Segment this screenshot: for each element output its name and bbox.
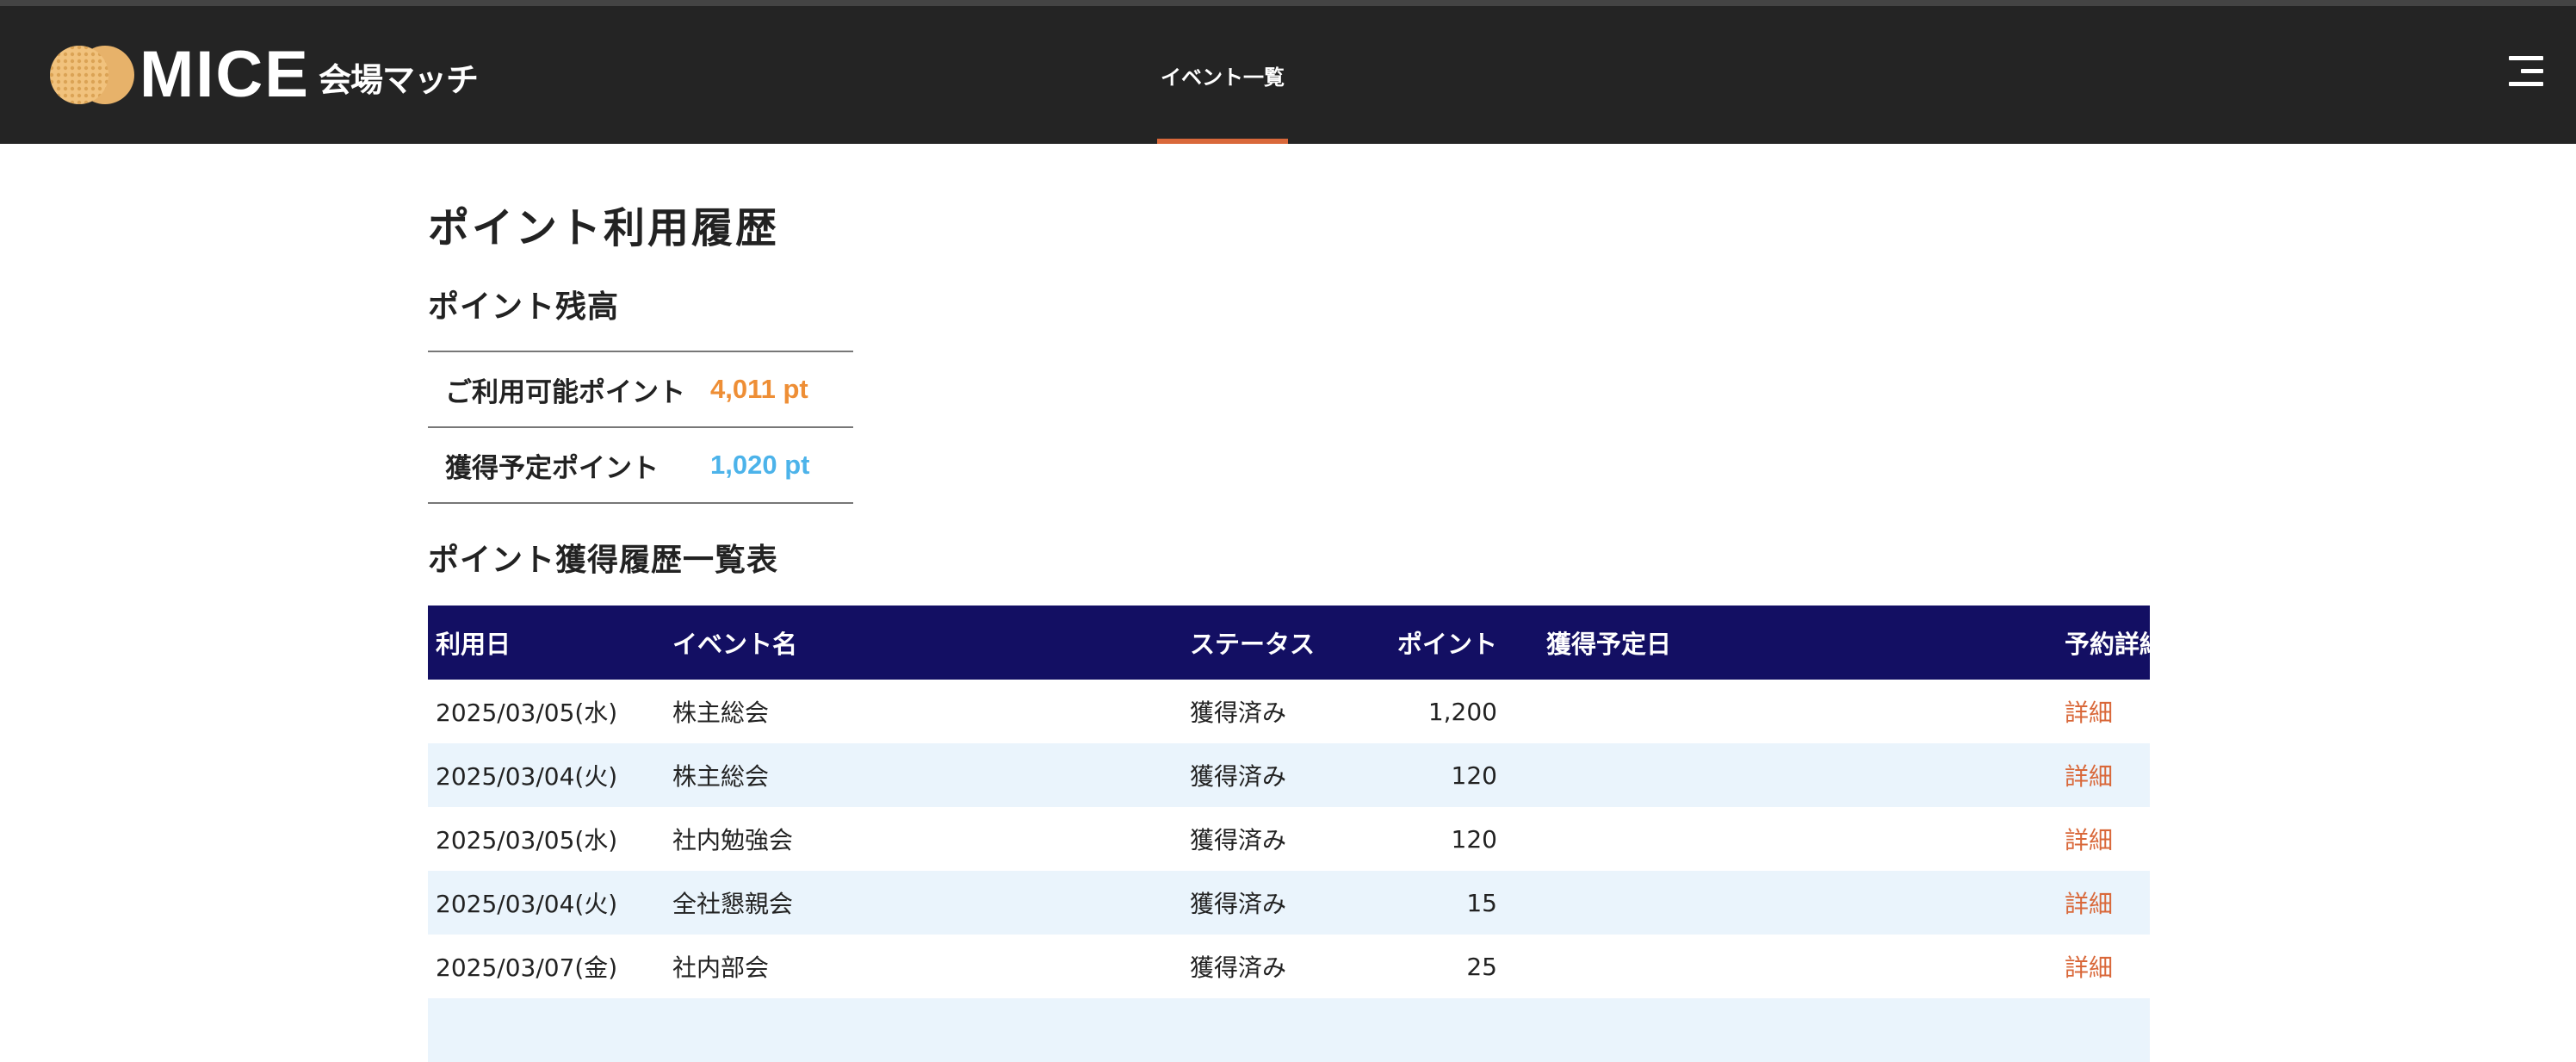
cell-status: 獲得済み [1190, 953, 1287, 982]
logo-text: MICE [139, 38, 310, 111]
site-header: MICE 会場マッチ イベント一覧 [0, 6, 2576, 144]
cell-status: 獲得済み [1190, 699, 1287, 727]
logo-subtitle: 会場マッチ [319, 61, 479, 99]
cell-detail: 詳細 [2057, 743, 2150, 807]
page-title: ポイント利用履歴 [428, 204, 780, 252]
detail-link[interactable]: 詳細 [2065, 890, 2113, 918]
cell-scheduled-date [1539, 871, 2057, 935]
balance-table: ご利用可能ポイント 4,011 pt 獲得予定ポイント 1,020 pt [428, 351, 853, 504]
pending-points-label: 獲得予定ポイント [445, 452, 659, 484]
nav-event-list[interactable]: イベント一覧 [1157, 6, 1288, 144]
cell-event: 社内勉強会 [672, 826, 794, 854]
cell-spacer [1497, 871, 1539, 935]
column-header-event: イベント名 [665, 606, 1182, 680]
cell-status: 獲得済み [1190, 826, 1287, 854]
table-row: 2025/03/07(金) 社内部会 獲得済み 25 詳細 [428, 935, 2150, 998]
table-row: 2025/03/04(火) 株主総会 獲得済み 120 詳細 [428, 743, 2150, 807]
pending-points-value: 1,020 pt [710, 450, 810, 480]
column-spacer [1497, 606, 1539, 680]
pending-points-row: 獲得予定ポイント 1,020 pt [428, 428, 853, 504]
cell-spacer [1497, 807, 1539, 871]
cell-points: 120 [1361, 743, 1497, 807]
cell-date: 2025/03/04(火) [428, 871, 665, 935]
column-header-scheduled-date: 獲得予定日 [1539, 606, 2057, 680]
cell-points: 120 [1451, 824, 1497, 854]
nav-active-indicator [1157, 139, 1288, 144]
cell-spacer [1497, 680, 1539, 743]
cell-event: 全社懇親会 [665, 871, 1182, 935]
available-points-label: ご利用可能ポイント [445, 376, 685, 408]
detail-link[interactable]: 詳細 [2065, 953, 2113, 982]
balance-section-title: ポイント残高 [428, 289, 620, 325]
table-header-row: 利用日 イベント名 ステータス ポイント 獲得予定日 予約詳細 [428, 606, 2164, 680]
table-row-partial [428, 998, 2150, 1062]
points-history-table: 利用日 イベント名 ステータス ポイント 獲得予定日 予約詳細 2025/03/… [428, 606, 2164, 1062]
cell-points: 1,200 [1427, 697, 1497, 726]
cell-scheduled-date [1539, 680, 2057, 743]
site-logo[interactable]: MICE 会場マッチ [48, 38, 479, 111]
cell-status: 獲得済み [1182, 743, 1361, 807]
cell-event: 株主総会 [665, 743, 1182, 807]
cell-detail: 詳細 [2057, 680, 2150, 743]
cell-date: 2025/03/07(金) [436, 953, 618, 982]
cell-spacer [1497, 935, 1539, 998]
available-points-row: ご利用可能ポイント 4,011 pt [428, 352, 853, 428]
cell-scheduled-date [1539, 743, 2057, 807]
column-header-points: ポイント [1361, 606, 1497, 680]
table-row: 2025/03/05(水) 社内勉強会 獲得済み 120 詳細 [428, 807, 2150, 871]
hamburger-menu-icon[interactable] [2505, 53, 2543, 90]
column-header-date: 利用日 [428, 606, 665, 680]
cell-detail: 詳細 [2057, 871, 2150, 935]
cell-scheduled-date [1539, 935, 2057, 998]
table-row: 2025/03/05(水) 株主総会 獲得済み 1,200 詳細 [428, 680, 2150, 743]
cell-status: 獲得済み [1182, 871, 1361, 935]
cell-date: 2025/03/05(水) [436, 826, 618, 854]
cell-event: 株主総会 [672, 699, 770, 727]
table-row: 2025/03/04(火) 全社懇親会 獲得済み 15 詳細 [428, 871, 2150, 935]
cell-scheduled-date [1539, 807, 2057, 871]
cell-date: 2025/03/05(水) [436, 699, 618, 727]
column-header-status: ステータス [1182, 606, 1361, 680]
cell-detail: 詳細 [2057, 935, 2150, 998]
cell-date: 2025/03/04(火) [428, 743, 665, 807]
cell-event: 社内部会 [672, 953, 770, 982]
column-header-detail: 予約詳細 [2057, 606, 2164, 680]
window-top-border [0, 0, 2576, 6]
detail-link[interactable]: 詳細 [2065, 699, 2113, 727]
logo-circles-icon [48, 44, 138, 106]
available-points-value: 4,011 pt [710, 374, 808, 404]
detail-link[interactable]: 詳細 [2065, 762, 2113, 791]
cell-points: 25 [1466, 952, 1497, 981]
history-section-title: ポイント獲得履歴一覧表 [428, 543, 779, 578]
cell-points: 15 [1361, 871, 1497, 935]
cell-detail: 詳細 [2057, 807, 2150, 871]
cell-spacer [1497, 743, 1539, 807]
detail-link[interactable]: 詳細 [2065, 826, 2113, 854]
